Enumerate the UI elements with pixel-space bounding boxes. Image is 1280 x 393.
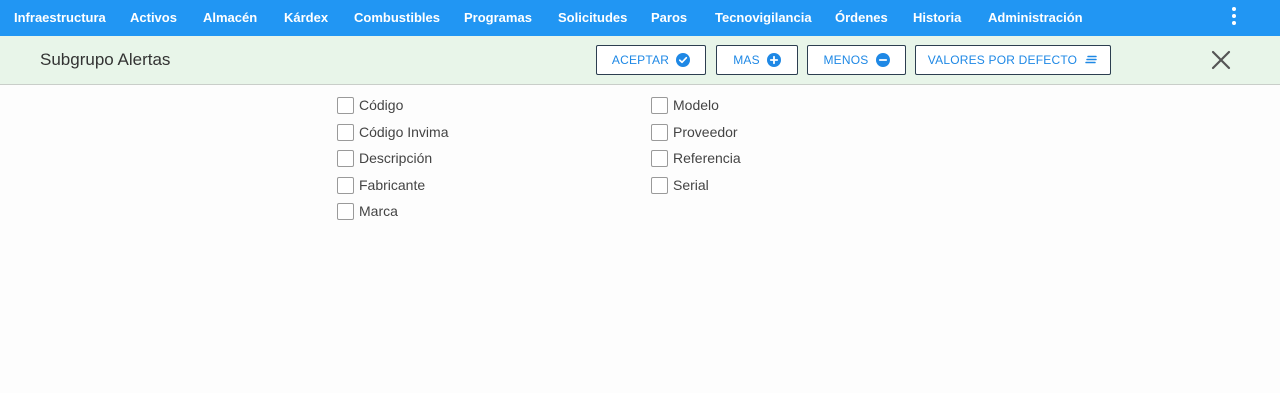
option-fabricante[interactable]: Fabricante: [337, 175, 425, 195]
option-descripcion[interactable]: Descripción: [337, 148, 432, 168]
option-label: Código: [359, 97, 404, 113]
nav-item-activos[interactable]: Activos: [130, 0, 177, 36]
dialog-toolbar: Subgrupo Alertas ACEPTAR MAS MENOS VALOR…: [0, 36, 1280, 85]
nav-item-ordenes[interactable]: Órdenes: [835, 0, 888, 36]
option-modelo[interactable]: Modelo: [651, 95, 719, 115]
option-marca[interactable]: Marca: [337, 201, 398, 221]
accept-button-label: ACEPTAR: [611, 53, 670, 67]
nav-item-paros[interactable]: Paros: [651, 0, 687, 36]
nav-item-kardex[interactable]: Kárdex: [284, 0, 328, 36]
top-navigation-bar: Infraestructura Activos Almacén Kárdex C…: [0, 0, 1280, 36]
page-title: Subgrupo Alertas: [40, 50, 171, 69]
minus-circle-icon: [875, 53, 890, 67]
nav-item-solicitudes[interactable]: Solicitudes: [558, 0, 627, 36]
checkbox[interactable]: [337, 96, 354, 114]
option-referencia[interactable]: Referencia: [651, 148, 741, 168]
less-button[interactable]: MENOS: [807, 45, 906, 75]
check-circle-icon: [676, 53, 691, 67]
nav-item-infraestructura[interactable]: Infraestructura: [14, 0, 106, 36]
checkbox[interactable]: [337, 123, 354, 141]
nav-item-historia[interactable]: Historia: [913, 0, 961, 36]
option-label: Modelo: [673, 97, 719, 113]
option-label: Proveedor: [673, 124, 738, 140]
close-icon[interactable]: [1210, 49, 1232, 71]
option-codigo-invima[interactable]: Código Invima: [337, 122, 449, 142]
lines-icon: [1085, 55, 1097, 64]
checkbox[interactable]: [651, 123, 668, 141]
option-codigo[interactable]: Código: [337, 95, 403, 115]
nav-item-administracion[interactable]: Administración: [988, 0, 1083, 36]
option-label: Marca: [359, 203, 398, 219]
more-vertical-icon[interactable]: [1224, 6, 1244, 26]
nav-item-almacen[interactable]: Almacén: [203, 0, 257, 36]
default-values-button[interactable]: VALORES POR DEFECTO: [915, 45, 1111, 75]
nav-item-tecnovigilancia[interactable]: Tecnovigilancia: [715, 0, 812, 36]
more-button-label: MAS: [733, 53, 760, 67]
checkbox[interactable]: [337, 202, 354, 220]
option-proveedor[interactable]: Proveedor: [651, 122, 738, 142]
checkbox[interactable]: [337, 149, 354, 167]
checkbox[interactable]: [651, 176, 668, 194]
default-values-button-label: VALORES POR DEFECTO: [927, 53, 1078, 67]
option-label: Fabricante: [359, 177, 426, 193]
option-label: Referencia: [673, 150, 741, 166]
checkbox[interactable]: [651, 96, 668, 114]
option-serial[interactable]: Serial: [651, 175, 709, 195]
checkbox[interactable]: [337, 176, 354, 194]
less-button-label: MENOS: [823, 53, 869, 67]
plus-circle-icon: [766, 53, 781, 67]
option-label: Código Invima: [359, 124, 449, 140]
nav-item-programas[interactable]: Programas: [464, 0, 532, 36]
accept-button[interactable]: ACEPTAR: [596, 45, 706, 75]
checkbox[interactable]: [651, 149, 668, 167]
option-label: Descripción: [359, 150, 433, 166]
nav-item-combustibles[interactable]: Combustibles: [354, 0, 440, 36]
option-label: Serial: [673, 177, 709, 193]
more-button[interactable]: MAS: [716, 45, 798, 75]
